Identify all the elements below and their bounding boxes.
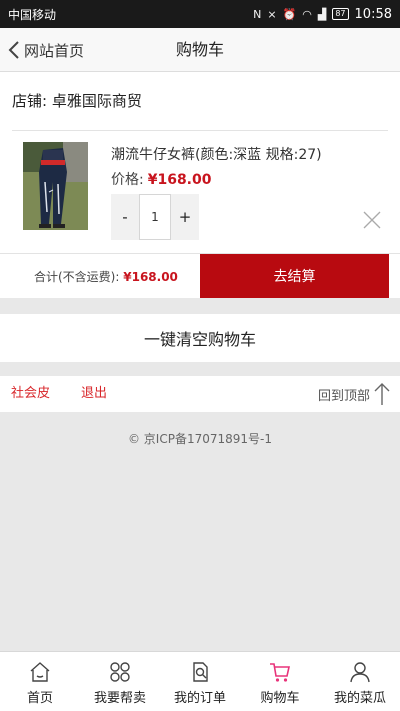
tab-orders[interactable]: 我的订单 bbox=[160, 652, 240, 711]
nav-bar: 网站首页 购物车 bbox=[0, 28, 400, 72]
product-name[interactable]: 潮流牛仔女裤(颜色:深蓝 规格:27) bbox=[111, 144, 322, 164]
delete-icon[interactable] bbox=[362, 210, 382, 230]
tab-profile[interactable]: 我的菜瓜 bbox=[320, 652, 400, 711]
back-to-top-label: 回到顶部 bbox=[317, 388, 370, 404]
shop-name: 店铺: 卓雅国际商贸 bbox=[12, 92, 142, 110]
nfc-icon: N bbox=[253, 7, 262, 21]
quantity-stepper: - + bbox=[111, 194, 199, 240]
clear-cart-button[interactable]: 一键清空购物车 bbox=[0, 314, 400, 362]
tab-label: 我要帮卖 bbox=[93, 691, 146, 706]
price-row: 价格: ¥168.00 bbox=[111, 169, 211, 189]
price-value: ¥168.00 bbox=[147, 172, 212, 188]
back-to-top-button[interactable]: 回到顶部 bbox=[318, 376, 390, 412]
tab-cart[interactable]: 购物车 bbox=[240, 652, 320, 711]
tab-home[interactable]: 首页 bbox=[0, 652, 80, 711]
icp-notice: © 京ICP备17071891号-1 bbox=[127, 432, 272, 446]
product-image[interactable] bbox=[23, 142, 88, 230]
mute-icon: ⨯ bbox=[267, 7, 277, 21]
total-amount: ¥168.00 bbox=[123, 270, 178, 284]
user-link[interactable]: 社会皮 bbox=[11, 376, 50, 412]
back-label: 网站首页 bbox=[24, 41, 85, 60]
user-icon bbox=[350, 662, 370, 683]
status-time: 10:58 bbox=[354, 6, 392, 22]
tab-bar: 首页 我要帮卖 我的订单 购物车 我的菜瓜 bbox=[0, 651, 400, 711]
alarm-icon: ⏰ bbox=[282, 7, 297, 21]
cart-card: 店铺: 卓雅国际商贸 潮流牛仔女裤(颜色:深蓝 规格:27) 价格: ¥168.0… bbox=[0, 72, 400, 298]
home-icon bbox=[30, 662, 50, 682]
wifi-icon: ◠ bbox=[302, 7, 312, 21]
footer-links: 社会皮 退出 回到顶部 bbox=[0, 376, 400, 412]
increase-button[interactable]: + bbox=[171, 194, 199, 240]
checkout-button[interactable]: 去结算 bbox=[200, 254, 389, 298]
total-label: 合计(不含运费): bbox=[34, 270, 120, 284]
carrier-label: 中国移动 bbox=[8, 7, 57, 22]
order-icon bbox=[193, 662, 208, 682]
tab-label: 我的订单 bbox=[173, 691, 226, 706]
tab-label: 我的菜瓜 bbox=[333, 691, 386, 706]
tab-label: 首页 bbox=[26, 691, 53, 706]
chevron-left-icon bbox=[8, 41, 19, 59]
tab-sell[interactable]: 我要帮卖 bbox=[80, 652, 160, 711]
signal-icon: ▟ bbox=[317, 7, 327, 21]
total-text: 合计(不含运费): ¥168.00 bbox=[34, 268, 178, 285]
tab-label: 购物车 bbox=[260, 691, 300, 706]
logout-link[interactable]: 退出 bbox=[81, 376, 107, 412]
grid-icon bbox=[110, 662, 130, 682]
decrease-button[interactable]: - bbox=[111, 194, 139, 240]
back-button[interactable]: 网站首页 bbox=[8, 28, 84, 72]
price-label: 价格: bbox=[111, 172, 144, 188]
status-bar: 中国移动 N ⨯ ⏰ ◠ ▟ 87 10:58 bbox=[0, 0, 400, 28]
divider bbox=[12, 130, 388, 131]
status-icons: N ⨯ ⏰ ◠ ▟ 87 10:58 bbox=[253, 7, 392, 22]
cart-icon bbox=[270, 663, 290, 682]
product-photo bbox=[23, 142, 88, 230]
arrow-up-icon bbox=[374, 383, 390, 405]
quantity-input[interactable] bbox=[139, 194, 171, 240]
battery-icon: 87 bbox=[332, 8, 349, 20]
